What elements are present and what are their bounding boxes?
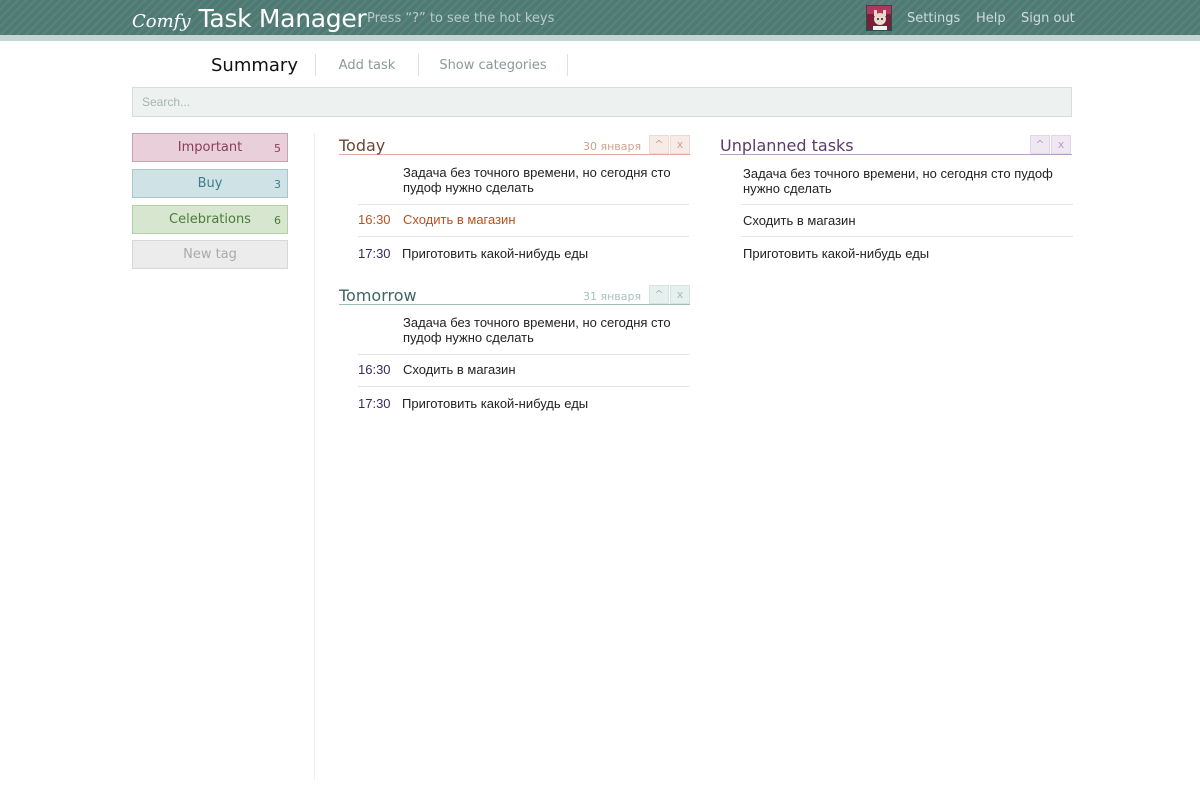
task-item[interactable]: Задача без точного времени, но сегодня с… (358, 165, 689, 195)
task-divider (358, 386, 689, 387)
collapse-button[interactable]: ^ (1030, 135, 1050, 154)
task-item[interactable]: 17:30 Приготовить какой-нибудь еды (358, 246, 689, 262)
tag-buy[interactable]: Buy 3 (132, 169, 288, 198)
task-item[interactable]: Приготовить какой-нибудь еды (743, 246, 1073, 261)
settings-link[interactable]: Settings (907, 11, 960, 26)
collapse-button[interactable]: ^ (649, 285, 669, 304)
task-text: Приготовить какой-нибудь еды (402, 246, 589, 261)
user-avatar-icon (867, 6, 891, 30)
close-button[interactable]: x (670, 135, 690, 154)
task-item[interactable]: 16:30 Сходить в магазин (358, 212, 689, 228)
section-date: 30 января (583, 140, 642, 153)
tab-show-categories[interactable]: Show categories (419, 52, 567, 78)
top-bar-stripe (0, 35, 1200, 41)
tomorrow-section: Tomorrow 31 января ^ x Задача без точног… (339, 285, 690, 420)
tab-divider (567, 54, 568, 76)
close-button[interactable]: x (670, 285, 690, 304)
help-link[interactable]: Help (976, 11, 1006, 26)
new-tag-button[interactable]: New tag (132, 240, 288, 269)
today-section: Today 30 января ^ x Задача без точного в… (339, 135, 690, 270)
task-item[interactable]: 17:30 Приготовить какой-нибудь еды (358, 396, 689, 412)
tag-count: 3 (274, 178, 281, 191)
tag-important[interactable]: Important 5 (132, 133, 288, 162)
brand-comfy: Comfy (132, 11, 191, 32)
tab-add-task[interactable]: Add task (317, 52, 417, 78)
section-title: Today (339, 136, 386, 155)
task-time: 16:30 (358, 362, 391, 377)
search-input[interactable] (132, 87, 1072, 117)
task-divider (741, 236, 1073, 237)
section-title: Tomorrow (339, 286, 417, 305)
section-header: Unplanned tasks ^ x (720, 135, 1072, 155)
tag-label: Celebrations (169, 212, 251, 227)
tag-celebrations[interactable]: Celebrations 6 (132, 205, 288, 234)
task-text: Задача без точного времени, но сегодня с… (403, 165, 671, 195)
task-divider (358, 236, 689, 237)
task-text: Сходить в магазин (403, 212, 516, 227)
task-time: 16:30 (358, 212, 391, 227)
brand-title: Task Manager (198, 4, 367, 33)
task-item[interactable]: Сходить в магазин (743, 213, 1073, 228)
section-header: Tomorrow 31 января ^ x (339, 285, 690, 305)
task-text: Приготовить какой-нибудь еды (402, 396, 589, 411)
task-item[interactable]: Задача без точного времени, но сегодня с… (743, 166, 1073, 196)
section-header: Today 30 января ^ x (339, 135, 690, 155)
section-title: Unplanned tasks (720, 136, 854, 155)
tab-divider (315, 54, 316, 76)
tab-summary[interactable]: Summary (192, 52, 317, 78)
tag-label: Buy (197, 176, 223, 191)
task-item[interactable]: 16:30 Сходить в магазин (358, 362, 689, 378)
task-divider (358, 354, 689, 355)
tag-count: 6 (274, 214, 281, 227)
brand-logo[interactable]: Comfy Task Manager (132, 4, 367, 33)
hotkeys-hint: Press “?” to see the hot keys (367, 11, 555, 26)
unplanned-section: Unplanned tasks ^ x Задача без точного в… (720, 135, 1073, 270)
task-text: Сходить в магазин (403, 362, 516, 377)
task-divider (358, 204, 689, 205)
task-time: 17:30 (358, 246, 391, 261)
tag-count: 5 (274, 142, 281, 155)
sign-out-link[interactable]: Sign out (1021, 11, 1075, 26)
task-time: 17:30 (358, 396, 391, 411)
task-item[interactable]: Задача без точного времени, но сегодня с… (358, 315, 689, 345)
column-divider (314, 133, 315, 780)
avatar[interactable] (866, 5, 892, 31)
close-button[interactable]: x (1051, 135, 1071, 154)
collapse-button[interactable]: ^ (649, 135, 669, 154)
tag-label: Important (177, 140, 243, 155)
section-date: 31 января (583, 290, 642, 303)
task-divider (741, 204, 1073, 205)
task-text: Задача без точного времени, но сегодня с… (403, 315, 671, 345)
